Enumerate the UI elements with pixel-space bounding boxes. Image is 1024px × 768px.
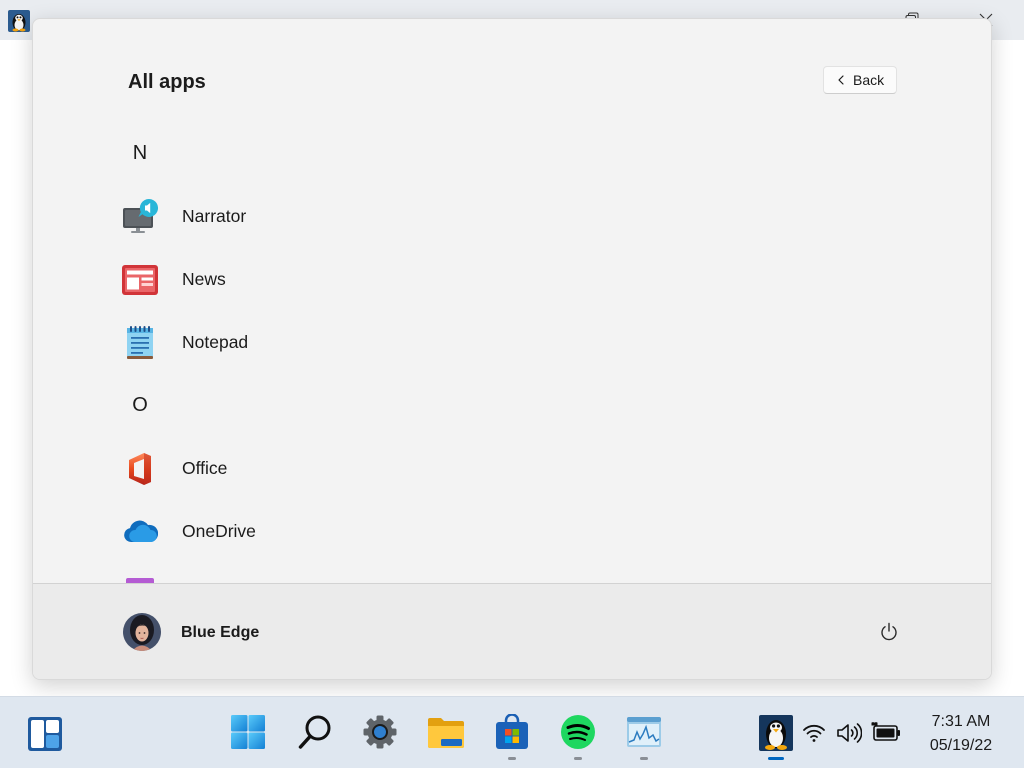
user-account-button[interactable]: Blue Edge [113, 604, 303, 662]
running-indicator [640, 757, 648, 760]
letter-label: O [132, 394, 148, 416]
windows-start-icon [230, 714, 266, 750]
wifi-icon [802, 723, 826, 743]
spotify-icon [560, 714, 596, 750]
app-label-news: News [182, 269, 226, 289]
app-label-office: Office [182, 458, 228, 478]
taskbar: 7:31 AM 05/19/22 [0, 696, 1024, 768]
office-icon [122, 451, 158, 487]
running-indicator [574, 757, 582, 760]
active-indicator [768, 757, 784, 760]
notepad-icon [122, 325, 158, 361]
app-item-narrator[interactable]: Narrator [33, 185, 991, 248]
search-icon [297, 714, 333, 750]
start-button[interactable] [230, 714, 266, 750]
spotify-button[interactable] [560, 714, 596, 750]
settings-button[interactable] [362, 714, 398, 750]
app-label-notepad: Notepad [182, 332, 249, 352]
widgets-button[interactable] [27, 716, 63, 752]
tux-icon [759, 715, 793, 751]
file-explorer-button[interactable] [427, 714, 465, 750]
app-item-office[interactable]: Office [33, 437, 991, 500]
app-item-news[interactable]: News [33, 248, 991, 311]
widgets-icon [27, 716, 63, 752]
resource-monitor-button[interactable] [626, 714, 662, 750]
start-menu-footer: Blue Edge [33, 583, 991, 679]
tux-icon [8, 10, 30, 32]
app-label-narrator: Narrator [182, 206, 247, 226]
running-indicator [508, 757, 516, 760]
clock-date: 05/19/22 [929, 737, 993, 754]
power-button[interactable] [869, 612, 909, 652]
app-item-partial[interactable] [33, 563, 991, 583]
back-button[interactable]: Back [823, 66, 897, 94]
microsoft-store-icon [494, 714, 530, 750]
resource-monitor-icon [626, 714, 662, 750]
chevron-left-icon [838, 75, 844, 85]
battery-icon [871, 722, 901, 742]
all-apps-list[interactable]: N Narrator News Notepad O Office OneDriv… [33, 122, 991, 583]
file-explorer-folder-icon [427, 714, 465, 750]
clock-time: 7:31 AM [931, 713, 991, 730]
narrator-icon [122, 198, 158, 235]
search-button[interactable] [297, 714, 333, 750]
letter-label: N [132, 142, 148, 164]
app-label-onedrive: OneDrive [182, 521, 256, 541]
app-item-notepad[interactable]: Notepad [33, 311, 991, 374]
news-icon [122, 262, 158, 298]
letter-header-n[interactable]: N [33, 122, 991, 185]
settings-gear-icon [362, 714, 398, 750]
all-apps-title: All apps [128, 71, 206, 93]
back-button-label: Back [853, 72, 885, 88]
clock-button[interactable]: 7:31 AM 05/19/22 [921, 710, 1001, 758]
start-menu: All apps Back N Narrator News Notepad O … [32, 18, 992, 680]
onedrive-icon [122, 514, 158, 550]
app-item-onedrive[interactable]: OneDrive [33, 500, 991, 563]
quick-settings-button[interactable] [798, 713, 904, 753]
tux-app-button[interactable] [759, 715, 793, 751]
user-name: Blue Edge [181, 624, 260, 641]
power-icon [879, 622, 899, 642]
letter-header-o[interactable]: O [33, 374, 991, 437]
microsoft-store-button[interactable] [494, 714, 530, 750]
volume-icon [836, 722, 862, 744]
avatar [123, 613, 161, 651]
